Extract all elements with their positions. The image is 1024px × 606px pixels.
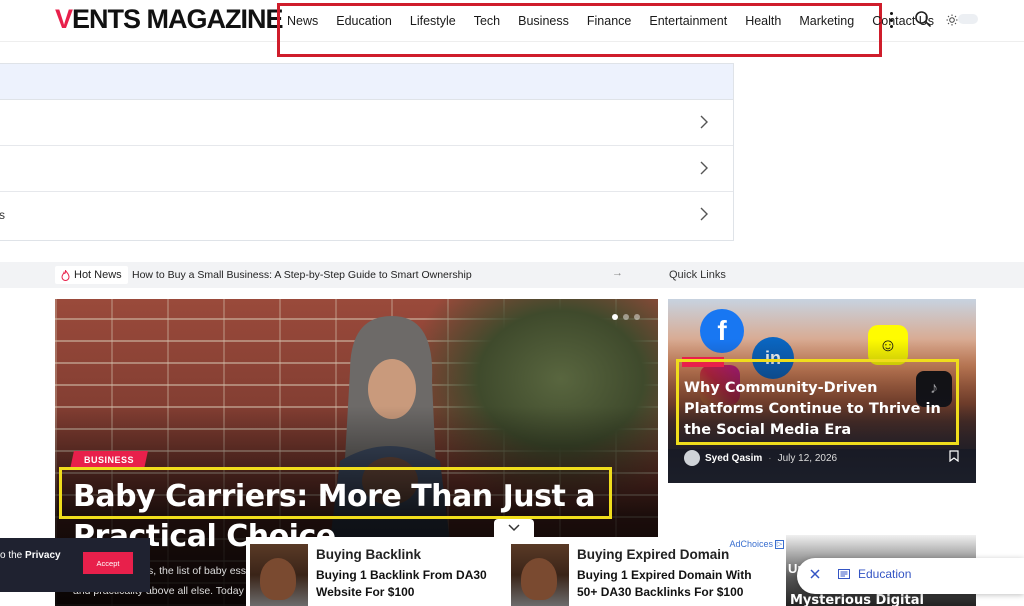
chevron-down-icon — [508, 524, 520, 532]
ad-description-line: Buying 1 Backlink From DA30 — [316, 568, 487, 582]
toast-label[interactable]: Education — [858, 567, 911, 581]
hot-news-label: Hot News — [74, 269, 122, 281]
nav-lifestyle[interactable]: Lifestyle — [410, 14, 456, 28]
ad-description-line: Website For $100 — [316, 585, 415, 599]
ticker-next-arrow[interactable]: → — [612, 267, 623, 279]
ad-headline[interactable]: Buying Expired Domain — [577, 547, 729, 562]
side-post-meta: Syed Qasim · July 12, 2026 — [684, 450, 837, 466]
toggle-track — [958, 14, 978, 24]
nav-business[interactable]: Business — [518, 14, 569, 28]
ad-description-line: 50+ DA30 Backlinks For $100 — [577, 585, 744, 599]
author-avatar[interactable] — [684, 450, 700, 466]
accordion-row[interactable] — [0, 146, 733, 192]
quick-links-label[interactable]: Quick Links — [669, 269, 726, 281]
logo-text: ENTS MAGAZINE — [72, 4, 284, 34]
flame-icon — [61, 269, 70, 281]
meta-separator: · — [768, 452, 772, 464]
slider-dots[interactable] — [612, 314, 640, 320]
accordion-header — [0, 64, 733, 100]
close-icon[interactable] — [808, 567, 822, 581]
ad-description: Buying 1 Backlink From DA30 Website For … — [316, 567, 487, 601]
teaser-title[interactable]: Mysterious Digital — [790, 593, 924, 606]
nav-education[interactable]: Education — [336, 14, 392, 28]
accordion-row[interactable] — [0, 100, 733, 146]
nav-entertainment[interactable]: Entertainment — [649, 14, 727, 28]
slider-dot[interactable] — [612, 314, 618, 320]
cookie-banner: o the Privacy Accept — [0, 538, 150, 592]
slider-dot[interactable] — [634, 314, 640, 320]
category-toast: Education — [797, 558, 1024, 594]
site-logo[interactable]: VENTS MAGAZINE — [55, 4, 284, 35]
accordion-row-label: s — [0, 208, 5, 222]
privacy-link[interactable]: Privacy — [25, 550, 61, 561]
cookie-text: o the Privacy — [0, 550, 61, 561]
chevron-right-icon — [700, 161, 708, 175]
logo-letter-v: V — [55, 4, 73, 34]
accordion-panel: s — [0, 63, 734, 241]
post-date: July 12, 2026 — [777, 452, 838, 464]
author-name[interactable]: Syed Qasim — [705, 453, 762, 464]
news-ticker: Hot News How to Buy a Small Business: A … — [0, 262, 1024, 288]
adchoices-badge[interactable]: AdChoices ▷ — [729, 539, 784, 549]
sun-icon — [946, 14, 958, 26]
category-label: BUSINESS — [84, 455, 135, 465]
site-header: VENTS MAGAZINE News Education Lifestyle … — [0, 0, 1024, 57]
ad-description: Buying 1 Expired Domain With 50+ DA30 Ba… — [577, 567, 752, 601]
cookie-text-prefix: o the — [0, 550, 26, 561]
hot-news-badge: Hot News — [55, 266, 128, 284]
adchoices-icon: ▷ — [775, 539, 784, 549]
search-icon[interactable] — [914, 10, 932, 28]
ticker-headline[interactable]: How to Buy a Small Business: A Step-by-S… — [132, 269, 472, 281]
main-nav: News Education Lifestyle Tech Business F… — [277, 3, 934, 57]
ad-unit[interactable]: Buying Backlink Buying 1 Backlink From D… — [246, 537, 508, 606]
chevron-right-icon — [700, 207, 708, 221]
nav-marketing[interactable]: Marketing — [799, 14, 854, 28]
more-menu-icon[interactable] — [888, 12, 894, 28]
adchoices-label: AdChoices — [729, 539, 773, 549]
theme-toggle[interactable] — [946, 11, 980, 27]
side-post-title[interactable]: Why Community-Driven Platforms Continue … — [684, 378, 954, 441]
ad-headline[interactable]: Buying Backlink — [316, 547, 421, 562]
bookmark-icon[interactable] — [949, 450, 959, 462]
ad-unit[interactable]: Buying Expired Domain Buying 1 Expired D… — [507, 537, 786, 606]
chevron-right-icon — [700, 115, 708, 129]
nav-finance[interactable]: Finance — [587, 14, 631, 28]
accept-button[interactable]: Accept — [83, 552, 133, 574]
side-post-card[interactable]: f in ☺ ♪ Why Community-Driven Platforms … — [668, 299, 976, 483]
ad-thumbnail — [511, 544, 569, 606]
nav-news[interactable]: News — [287, 14, 318, 28]
ad-description-line: Buying 1 Expired Domain With — [577, 568, 752, 582]
nav-health[interactable]: Health — [745, 14, 781, 28]
nav-tech[interactable]: Tech — [474, 14, 500, 28]
ad-collapse-tab[interactable] — [494, 519, 534, 537]
slider-dot[interactable] — [623, 314, 629, 320]
newspaper-icon — [838, 569, 850, 579]
accordion-row[interactable]: s — [0, 192, 733, 238]
ad-thumbnail — [250, 544, 308, 606]
